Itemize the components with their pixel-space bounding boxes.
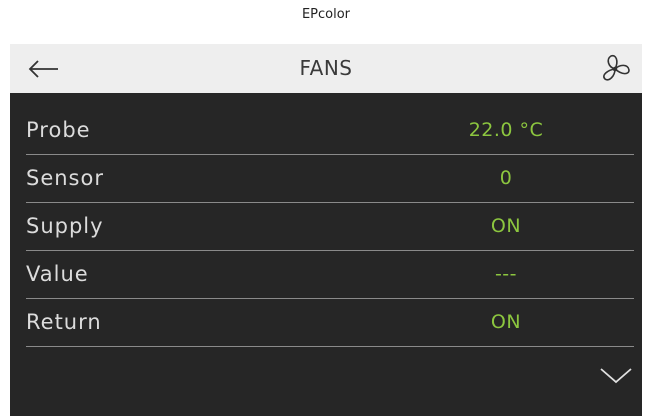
chevron-down-icon: [600, 368, 632, 384]
row-value: ---: [494, 263, 518, 285]
row-probe[interactable]: Probe 22.0 °C: [26, 107, 634, 155]
back-button[interactable]: [26, 54, 62, 84]
app-title: EPcolor: [301, 7, 351, 22]
row-label: Probe: [26, 118, 91, 142]
row-value: 22.0 °C: [468, 119, 544, 141]
screen-title: FANS: [299, 56, 353, 80]
fan-icon: [603, 54, 630, 81]
row-value: ON: [490, 215, 522, 237]
arrow-left-icon: [28, 60, 58, 78]
row-value[interactable]: Value ---: [26, 251, 634, 299]
row-value: ON: [490, 311, 522, 333]
scroll-down-button[interactable]: [598, 363, 634, 389]
row-label: Value: [26, 262, 89, 286]
row-label: Supply: [26, 214, 104, 238]
row-return[interactable]: Return ON: [26, 299, 634, 347]
row-label: Sensor: [26, 166, 104, 190]
fans-panel: Probe 22.0 °C Sensor 0 Supply ON Value -…: [10, 93, 642, 416]
fan-button[interactable]: [598, 52, 632, 86]
row-sensor[interactable]: Sensor 0: [26, 155, 634, 203]
row-supply[interactable]: Supply ON: [26, 203, 634, 251]
row-value: 0: [499, 167, 513, 189]
row-label: Return: [26, 310, 102, 334]
header-bar: FANS: [10, 44, 642, 93]
